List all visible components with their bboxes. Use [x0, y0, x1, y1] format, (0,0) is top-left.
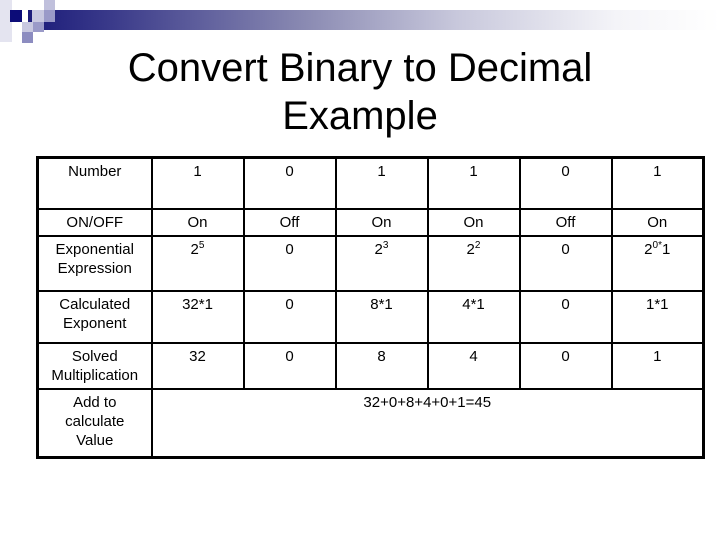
- row-label: ON/OFF: [36, 207, 153, 237]
- exp-power: 5: [198, 239, 205, 251]
- table-cell: 32*1: [150, 289, 245, 344]
- row-label-line: Expression: [57, 259, 132, 277]
- deco-square: [44, 10, 55, 22]
- sum-cell: 32+0+8+4+0+1=45: [150, 387, 705, 459]
- row-label-line: Solved: [71, 347, 118, 365]
- table-cell: 22: [426, 234, 521, 292]
- row-label-line: Exponent: [63, 314, 127, 332]
- exp-base: 2: [466, 240, 475, 258]
- table-cell: 0: [518, 234, 613, 292]
- table-cell: On: [334, 207, 429, 237]
- table-row-on-off: ON/OFF On Off On On Off On: [36, 207, 705, 237]
- table-cell: 4*1: [426, 289, 521, 344]
- row-label: Number: [36, 156, 153, 210]
- table-cell: Off: [518, 207, 613, 237]
- table-cell: 1: [334, 156, 429, 210]
- table-row-exponential: Exponential Expression 25 0 23 22 0 20*1: [36, 234, 705, 292]
- table-cell: 1: [610, 156, 705, 210]
- row-label-line: Exponential: [55, 240, 134, 258]
- table-cell: On: [610, 207, 705, 237]
- table-cell: 0: [242, 234, 337, 292]
- exp-base: 2: [190, 240, 199, 258]
- row-label-line: calculate: [65, 412, 125, 430]
- table-row-calculated: Calculated Exponent 32*1 0 8*1 4*1 0 1*1: [36, 289, 705, 344]
- table-cell: 23: [334, 234, 429, 292]
- row-label: Calculated Exponent: [36, 289, 153, 344]
- deco-square: [22, 22, 33, 32]
- table-cell: 4: [426, 341, 521, 390]
- table-cell: 8: [334, 341, 429, 390]
- table-cell: 1: [150, 156, 245, 210]
- table-cell: 20*1: [610, 234, 705, 292]
- table-cell: 1: [610, 341, 705, 390]
- row-label-line: Multiplication: [51, 366, 139, 384]
- exp-base: 2: [644, 240, 653, 258]
- table-cell: 0: [518, 341, 613, 390]
- deco-square: [10, 10, 22, 22]
- table-cell: On: [426, 207, 521, 237]
- exp-power: 3: [382, 239, 389, 251]
- slide-title-line1: Convert Binary to Decimal: [127, 46, 593, 90]
- deco-square: [33, 22, 44, 32]
- table-row-solved: Solved Multiplication 32 0 8 4 0 1: [36, 341, 705, 390]
- table-cell: 1: [426, 156, 521, 210]
- exp-base: 0: [561, 240, 570, 258]
- table-row-number: Number 1 0 1 1 0 1: [36, 156, 705, 210]
- table-cell: 0: [242, 156, 337, 210]
- table-cell: 0: [518, 156, 613, 210]
- table-cell: 25: [150, 234, 245, 292]
- exp-base: 0: [285, 240, 294, 258]
- table-cell: 8*1: [334, 289, 429, 344]
- table-cell: 0: [242, 341, 337, 390]
- row-label: Add to calculate Value: [36, 387, 153, 459]
- title-gradient-bar: [28, 10, 720, 30]
- table-cell: On: [150, 207, 245, 237]
- row-label: Exponential Expression: [36, 234, 153, 292]
- table-cell: 0: [518, 289, 613, 344]
- row-label: Solved Multiplication: [36, 341, 153, 390]
- deco-square: [32, 10, 44, 22]
- exp-rest: 1: [661, 240, 671, 258]
- exp-power: 0*: [652, 239, 662, 251]
- table-cell: 32: [150, 341, 245, 390]
- deco-square: [22, 32, 33, 43]
- exp-power: 2: [474, 239, 481, 251]
- row-label-line: Value: [76, 431, 114, 449]
- slide-title: Convert Binary to Decimal Example: [0, 44, 720, 140]
- table-cell: 0: [242, 289, 337, 344]
- exp-base: 2: [374, 240, 383, 258]
- table-row-sum: Add to calculate Value 32+0+8+4+0+1=45: [36, 387, 705, 459]
- table-cell: 1*1: [610, 289, 705, 344]
- row-label-line: Add to: [73, 393, 117, 411]
- row-label-line: Calculated: [59, 295, 131, 313]
- slide-title-line2: Example: [282, 94, 438, 138]
- binary-conversion-table: Number 1 0 1 1 0 1 ON/OFF On Off On On O…: [36, 156, 705, 459]
- table-cell: Off: [242, 207, 337, 237]
